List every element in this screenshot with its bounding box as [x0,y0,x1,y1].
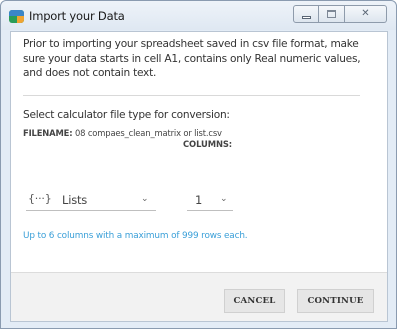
columns-label: COLUMNS: [183,139,233,149]
app-logo-icon [9,10,24,23]
filename-row: FILENAME: 08 compaes_clean_matrix or lis… [23,128,222,138]
list-icon: {···} [28,192,52,205]
filename-value: 08 compaes_clean_matrix or list.csv [74,128,222,138]
chevron-down-icon: ⌄ [220,194,228,204]
title-bar[interactable]: Import your Data ✕ [1,1,396,30]
minimize-button[interactable] [293,5,319,23]
close-button[interactable]: ✕ [345,5,387,23]
maximize-button[interactable] [319,5,345,23]
cancel-button[interactable]: CANCEL [224,289,285,313]
select-type-label: Select calculator file type for conversi… [23,109,230,121]
divider [23,95,360,96]
close-icon: ✕ [361,8,370,19]
limit-note: Up to 6 columns with a maximum of 999 ro… [23,231,248,241]
columns-value: 1 [195,193,203,207]
columns-dropdown[interactable]: 1 ⌄ [187,191,233,211]
window-title: Import your Data [29,9,125,23]
chevron-down-icon: ⌄ [141,194,149,204]
maximize-icon [327,10,336,18]
filename-label: FILENAME: [23,128,73,138]
minimize-icon [302,16,311,19]
window-controls: ✕ [293,5,387,23]
continue-button[interactable]: CONTINUE [297,289,374,313]
intro-text: Prior to importing your spreadsheet save… [23,38,361,79]
file-type-dropdown[interactable]: {···} Lists ⌄ [26,191,156,211]
file-type-value: Lists [62,193,88,207]
